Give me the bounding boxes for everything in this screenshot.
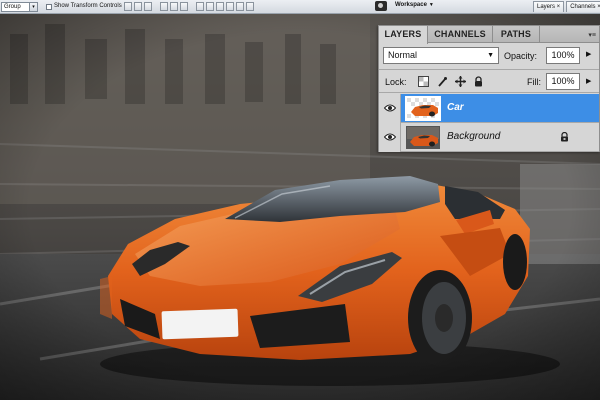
lock-row: Lock: Fill: 100% ▶: [379, 69, 599, 93]
distribute-left-icon[interactable]: [226, 2, 234, 11]
lock-all-icon[interactable]: [473, 76, 484, 87]
align-left-icon[interactable]: [160, 2, 168, 11]
collapsed-panel-tabs: Layers × Channels × Pa: [533, 1, 600, 12]
layer-row-background[interactable]: Background: [379, 123, 599, 152]
align-vcenter-icon[interactable]: [134, 2, 142, 11]
layer-name-background[interactable]: Background: [447, 131, 500, 142]
options-bar: Group ▾ Show Transform Controls Workspac…: [0, 0, 600, 14]
fill-slider-arrow-icon[interactable]: ▶: [586, 77, 591, 85]
workspace-menu[interactable]: Workspace ▼: [395, 2, 434, 8]
blend-mode-dropdown[interactable]: Normal ▼: [383, 47, 499, 64]
show-transform-label: Show Transform Controls: [54, 3, 122, 9]
opacity-label: Opacity:: [504, 51, 538, 61]
lock-transparent-pixels-icon[interactable]: [418, 76, 429, 87]
distribute-vcenter-icon[interactable]: [206, 2, 214, 11]
distribute-bottom-icon[interactable]: [216, 2, 224, 11]
opacity-slider-arrow-icon[interactable]: ▶: [586, 50, 591, 58]
lock-position-icon[interactable]: [455, 76, 466, 87]
workspace-label: Workspace: [395, 2, 427, 8]
blend-mode-value: Normal: [388, 50, 418, 60]
panel-menu-icon[interactable]: ▾≡: [588, 31, 596, 39]
show-transform-checkbox[interactable]: [46, 4, 52, 10]
eye-icon: [384, 104, 396, 112]
auto-select-value: Group: [4, 4, 21, 10]
tab-layers[interactable]: LAYERS: [379, 26, 428, 44]
tab-paths[interactable]: PATHS: [493, 26, 540, 43]
lock-label: Lock:: [385, 77, 407, 87]
chevron-down-icon: ▼: [487, 52, 494, 59]
chevron-down-icon: ▾: [29, 3, 37, 11]
layer-name-car[interactable]: Car: [447, 102, 464, 113]
auto-select-dropdown[interactable]: Group ▾: [1, 2, 38, 12]
distribute-hcenter-icon[interactable]: [236, 2, 244, 11]
top-tab-channels[interactable]: Channels ×: [566, 1, 600, 12]
lock-icon: [561, 132, 568, 142]
align-buttons-group: [124, 2, 254, 11]
opacity-input[interactable]: 100%: [546, 47, 580, 64]
visibility-toggle[interactable]: [379, 123, 401, 152]
align-top-icon[interactable]: [124, 2, 132, 11]
fill-input[interactable]: 100%: [546, 73, 580, 90]
camera-icon[interactable]: [375, 1, 387, 11]
align-bottom-icon[interactable]: [144, 2, 152, 11]
distribute-right-icon[interactable]: [246, 2, 254, 11]
layer-row-car[interactable]: Car: [379, 94, 599, 123]
layers-panel: LAYERS CHANNELS PATHS ▾≡ Normal ▼ Opacit…: [378, 25, 600, 152]
tab-channels[interactable]: CHANNELS: [428, 26, 493, 43]
align-hcenter-icon[interactable]: [170, 2, 178, 11]
distribute-top-icon[interactable]: [196, 2, 204, 11]
panel-tab-bar: LAYERS CHANNELS PATHS ▾≡: [379, 26, 599, 44]
caret-down-icon: ▼: [428, 2, 434, 8]
visibility-toggle[interactable]: [379, 94, 401, 123]
align-right-icon[interactable]: [180, 2, 188, 11]
fill-label: Fill:: [527, 77, 541, 87]
eye-icon: [384, 133, 396, 141]
layer-thumbnail-car: [405, 96, 441, 121]
layer-thumbnail-background: [406, 126, 440, 149]
lock-image-pixels-icon[interactable]: [437, 76, 448, 87]
top-tab-layers[interactable]: Layers ×: [533, 1, 565, 12]
